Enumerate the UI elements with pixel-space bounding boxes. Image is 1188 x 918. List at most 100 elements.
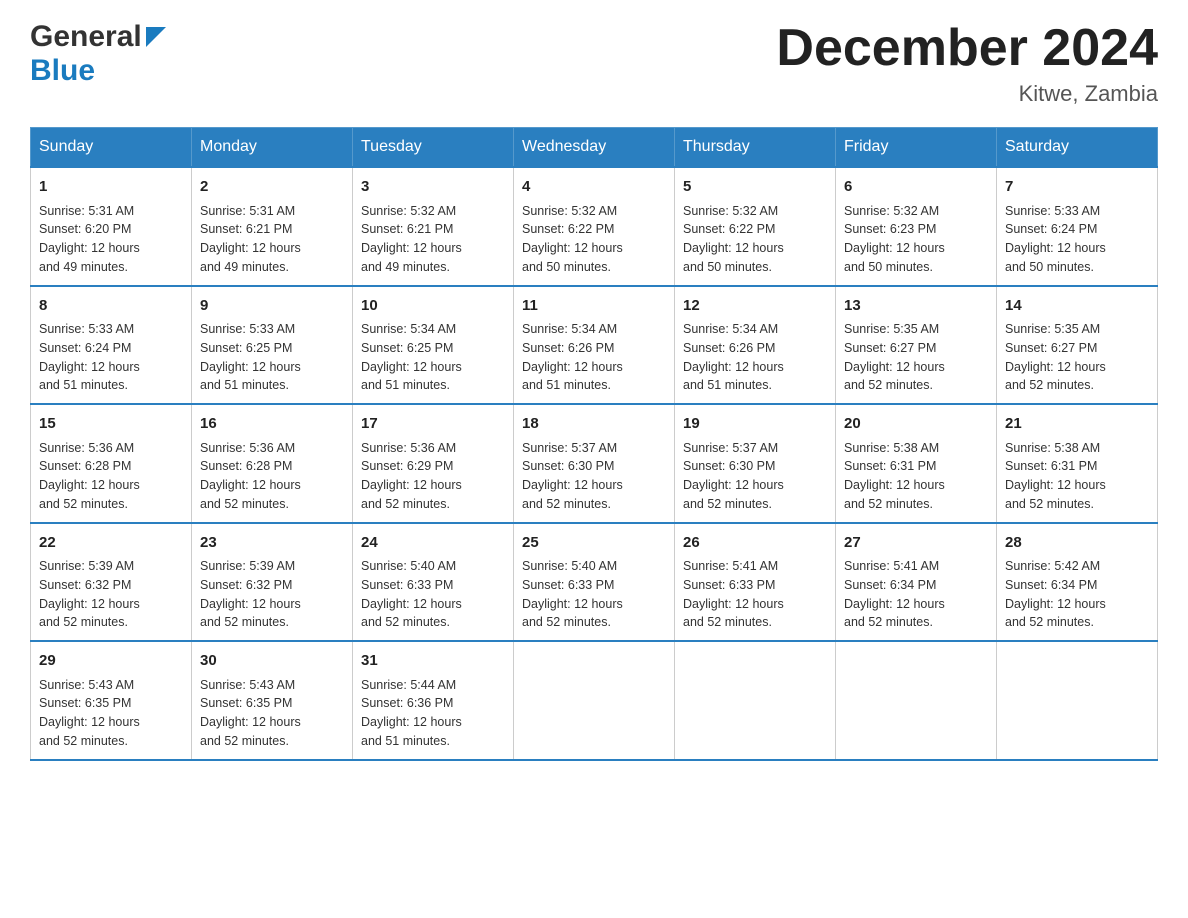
table-row: [997, 641, 1158, 760]
day-number: 29: [39, 650, 183, 673]
day-info: Sunrise: 5:35 AMSunset: 6:27 PMDaylight:…: [844, 322, 945, 392]
day-number: 16: [200, 413, 344, 436]
week-row-1: 1 Sunrise: 5:31 AMSunset: 6:20 PMDayligh…: [31, 167, 1158, 286]
week-row-4: 22 Sunrise: 5:39 AMSunset: 6:32 PMDaylig…: [31, 523, 1158, 642]
table-row: 14 Sunrise: 5:35 AMSunset: 6:27 PMDaylig…: [997, 286, 1158, 405]
day-number: 12: [683, 295, 827, 318]
day-info: Sunrise: 5:33 AMSunset: 6:25 PMDaylight:…: [200, 322, 301, 392]
table-row: 17 Sunrise: 5:36 AMSunset: 6:29 PMDaylig…: [353, 404, 514, 523]
month-title: December 2024: [776, 20, 1158, 77]
day-info: Sunrise: 5:35 AMSunset: 6:27 PMDaylight:…: [1005, 322, 1106, 392]
table-row: 8 Sunrise: 5:33 AMSunset: 6:24 PMDayligh…: [31, 286, 192, 405]
day-info: Sunrise: 5:34 AMSunset: 6:25 PMDaylight:…: [361, 322, 462, 392]
day-number: 31: [361, 650, 505, 673]
day-number: 17: [361, 413, 505, 436]
calendar-table: Sunday Monday Tuesday Wednesday Thursday…: [30, 127, 1158, 761]
logo-general-text: General: [30, 20, 142, 54]
table-row: 24 Sunrise: 5:40 AMSunset: 6:33 PMDaylig…: [353, 523, 514, 642]
day-info: Sunrise: 5:34 AMSunset: 6:26 PMDaylight:…: [522, 322, 623, 392]
table-row: 21 Sunrise: 5:38 AMSunset: 6:31 PMDaylig…: [997, 404, 1158, 523]
table-row: 25 Sunrise: 5:40 AMSunset: 6:33 PMDaylig…: [514, 523, 675, 642]
day-number: 7: [1005, 176, 1149, 199]
col-monday: Monday: [192, 128, 353, 168]
table-row: 20 Sunrise: 5:38 AMSunset: 6:31 PMDaylig…: [836, 404, 997, 523]
day-info: Sunrise: 5:36 AMSunset: 6:28 PMDaylight:…: [39, 441, 140, 511]
table-row: 3 Sunrise: 5:32 AMSunset: 6:21 PMDayligh…: [353, 167, 514, 286]
day-number: 2: [200, 176, 344, 199]
day-info: Sunrise: 5:36 AMSunset: 6:29 PMDaylight:…: [361, 441, 462, 511]
table-row: 29 Sunrise: 5:43 AMSunset: 6:35 PMDaylig…: [31, 641, 192, 760]
day-info: Sunrise: 5:39 AMSunset: 6:32 PMDaylight:…: [39, 559, 140, 629]
table-row: 22 Sunrise: 5:39 AMSunset: 6:32 PMDaylig…: [31, 523, 192, 642]
day-info: Sunrise: 5:31 AMSunset: 6:20 PMDaylight:…: [39, 204, 140, 274]
day-info: Sunrise: 5:38 AMSunset: 6:31 PMDaylight:…: [1005, 441, 1106, 511]
table-row: [836, 641, 997, 760]
week-row-5: 29 Sunrise: 5:43 AMSunset: 6:35 PMDaylig…: [31, 641, 1158, 760]
logo-arrow-icon: [146, 27, 166, 52]
table-row: 1 Sunrise: 5:31 AMSunset: 6:20 PMDayligh…: [31, 167, 192, 286]
col-friday: Friday: [836, 128, 997, 168]
table-row: 28 Sunrise: 5:42 AMSunset: 6:34 PMDaylig…: [997, 523, 1158, 642]
table-row: 23 Sunrise: 5:39 AMSunset: 6:32 PMDaylig…: [192, 523, 353, 642]
day-number: 4: [522, 176, 666, 199]
day-number: 22: [39, 532, 183, 555]
day-number: 9: [200, 295, 344, 318]
day-number: 20: [844, 413, 988, 436]
day-number: 19: [683, 413, 827, 436]
day-number: 10: [361, 295, 505, 318]
table-row: 30 Sunrise: 5:43 AMSunset: 6:35 PMDaylig…: [192, 641, 353, 760]
table-row: 31 Sunrise: 5:44 AMSunset: 6:36 PMDaylig…: [353, 641, 514, 760]
col-wednesday: Wednesday: [514, 128, 675, 168]
day-info: Sunrise: 5:37 AMSunset: 6:30 PMDaylight:…: [522, 441, 623, 511]
table-row: [675, 641, 836, 760]
table-row: 11 Sunrise: 5:34 AMSunset: 6:26 PMDaylig…: [514, 286, 675, 405]
day-number: 11: [522, 295, 666, 318]
week-row-3: 15 Sunrise: 5:36 AMSunset: 6:28 PMDaylig…: [31, 404, 1158, 523]
day-info: Sunrise: 5:43 AMSunset: 6:35 PMDaylight:…: [39, 678, 140, 748]
day-number: 26: [683, 532, 827, 555]
day-info: Sunrise: 5:39 AMSunset: 6:32 PMDaylight:…: [200, 559, 301, 629]
day-number: 13: [844, 295, 988, 318]
table-row: 7 Sunrise: 5:33 AMSunset: 6:24 PMDayligh…: [997, 167, 1158, 286]
col-sunday: Sunday: [31, 128, 192, 168]
table-row: 19 Sunrise: 5:37 AMSunset: 6:30 PMDaylig…: [675, 404, 836, 523]
day-info: Sunrise: 5:32 AMSunset: 6:21 PMDaylight:…: [361, 204, 462, 274]
day-number: 8: [39, 295, 183, 318]
table-row: 16 Sunrise: 5:36 AMSunset: 6:28 PMDaylig…: [192, 404, 353, 523]
day-info: Sunrise: 5:41 AMSunset: 6:34 PMDaylight:…: [844, 559, 945, 629]
day-info: Sunrise: 5:31 AMSunset: 6:21 PMDaylight:…: [200, 204, 301, 274]
day-number: 14: [1005, 295, 1149, 318]
table-row: 13 Sunrise: 5:35 AMSunset: 6:27 PMDaylig…: [836, 286, 997, 405]
table-row: 15 Sunrise: 5:36 AMSunset: 6:28 PMDaylig…: [31, 404, 192, 523]
day-number: 24: [361, 532, 505, 555]
col-thursday: Thursday: [675, 128, 836, 168]
page-header: General Blue December 2024 Kitwe, Zambia: [30, 20, 1158, 107]
day-number: 28: [1005, 532, 1149, 555]
day-info: Sunrise: 5:33 AMSunset: 6:24 PMDaylight:…: [1005, 204, 1106, 274]
day-number: 18: [522, 413, 666, 436]
col-tuesday: Tuesday: [353, 128, 514, 168]
day-number: 5: [683, 176, 827, 199]
day-info: Sunrise: 5:42 AMSunset: 6:34 PMDaylight:…: [1005, 559, 1106, 629]
day-number: 23: [200, 532, 344, 555]
day-info: Sunrise: 5:38 AMSunset: 6:31 PMDaylight:…: [844, 441, 945, 511]
day-info: Sunrise: 5:37 AMSunset: 6:30 PMDaylight:…: [683, 441, 784, 511]
location: Kitwe, Zambia: [776, 81, 1158, 107]
table-row: [514, 641, 675, 760]
day-number: 6: [844, 176, 988, 199]
header-row: Sunday Monday Tuesday Wednesday Thursday…: [31, 128, 1158, 168]
table-row: 18 Sunrise: 5:37 AMSunset: 6:30 PMDaylig…: [514, 404, 675, 523]
table-row: 26 Sunrise: 5:41 AMSunset: 6:33 PMDaylig…: [675, 523, 836, 642]
day-info: Sunrise: 5:32 AMSunset: 6:22 PMDaylight:…: [683, 204, 784, 274]
logo-blue-text: Blue: [30, 54, 95, 87]
table-row: 6 Sunrise: 5:32 AMSunset: 6:23 PMDayligh…: [836, 167, 997, 286]
title-section: December 2024 Kitwe, Zambia: [776, 20, 1158, 107]
week-row-2: 8 Sunrise: 5:33 AMSunset: 6:24 PMDayligh…: [31, 286, 1158, 405]
table-row: 4 Sunrise: 5:32 AMSunset: 6:22 PMDayligh…: [514, 167, 675, 286]
table-row: 9 Sunrise: 5:33 AMSunset: 6:25 PMDayligh…: [192, 286, 353, 405]
col-saturday: Saturday: [997, 128, 1158, 168]
day-number: 27: [844, 532, 988, 555]
logo: General Blue: [30, 20, 166, 88]
day-info: Sunrise: 5:34 AMSunset: 6:26 PMDaylight:…: [683, 322, 784, 392]
day-info: Sunrise: 5:32 AMSunset: 6:22 PMDaylight:…: [522, 204, 623, 274]
